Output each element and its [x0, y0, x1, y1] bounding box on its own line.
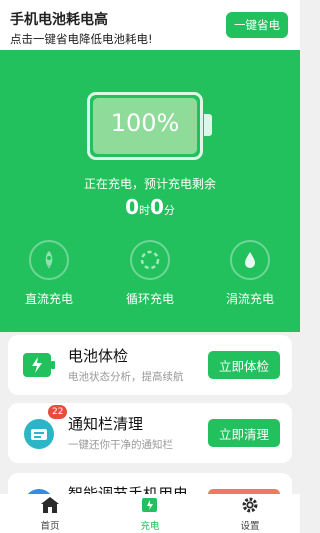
nav-label: 充电 [140, 521, 160, 532]
nav-label: 设置 [240, 521, 260, 532]
gear-icon [239, 496, 261, 514]
drop-icon [230, 240, 270, 280]
home-icon [39, 496, 61, 514]
notification-count-badge: 22 [48, 405, 68, 419]
mode-trickle-charge[interactable]: 涓流充电 [210, 240, 290, 307]
rocket-icon [29, 240, 69, 280]
banner-title: 手机电池耗电高 [10, 12, 108, 28]
nav-home[interactable]: 首页 [20, 496, 80, 532]
card-title: 通知栏清理 [68, 415, 144, 433]
card-title: 电池体检 [68, 347, 129, 365]
minutes-unit: 分 [163, 204, 175, 217]
clean-now-button[interactable]: 立即清理 [208, 419, 280, 447]
charging-panel: 100% 正在充电，预计充电剩余 0时0分 直流充电 循环充电 涓流充电 [0, 50, 300, 332]
charging-time-remaining: 0时0分 [0, 195, 300, 219]
bottom-nav: 首页 充电 设置 [0, 494, 300, 533]
card-notification-clean[interactable]: 22 通知栏清理 一键还你干净的通知栏 立即清理 [8, 403, 292, 463]
charging-status: 正在充电，预计充电剩余 [83, 177, 216, 191]
mode-label: 涓流充电 [225, 292, 274, 306]
cycle-icon [130, 240, 170, 280]
mode-direct-charge[interactable]: 直流充电 [9, 240, 89, 307]
one-click-save-button[interactable]: 一键省电 [226, 12, 288, 38]
card-subtitle: 电池状态分析，提高续航 [68, 371, 184, 383]
mode-cycle-charge[interactable]: 循环充电 [110, 240, 190, 307]
notification-icon [22, 417, 56, 449]
hours-value: 0 [125, 195, 139, 219]
nav-settings[interactable]: 设置 [220, 496, 280, 532]
mode-label: 循环充电 [125, 292, 174, 306]
charging-icon [139, 496, 161, 514]
top-banner: 手机电池耗电高 点击一键省电降低电池耗电! 一键省电 [0, 0, 300, 50]
check-now-button[interactable]: 立即体检 [208, 351, 280, 379]
battery-tip [204, 114, 212, 136]
battery-check-icon [22, 349, 56, 381]
card-battery-check[interactable]: 电池体检 电池状态分析，提高续航 立即体检 [8, 335, 292, 395]
nav-charging[interactable]: 充电 [120, 496, 180, 532]
minutes-value: 0 [150, 195, 164, 219]
banner-subtitle: 点击一键省电降低电池耗电! [10, 32, 153, 46]
battery-level-text: 100% [110, 109, 180, 137]
mode-label: 直流充电 [24, 292, 73, 306]
nav-label: 首页 [40, 521, 60, 532]
hours-unit: 时 [139, 204, 150, 217]
battery-graphic: 100% [87, 92, 203, 160]
card-subtitle: 一键还你干净的通知栏 [68, 439, 173, 451]
